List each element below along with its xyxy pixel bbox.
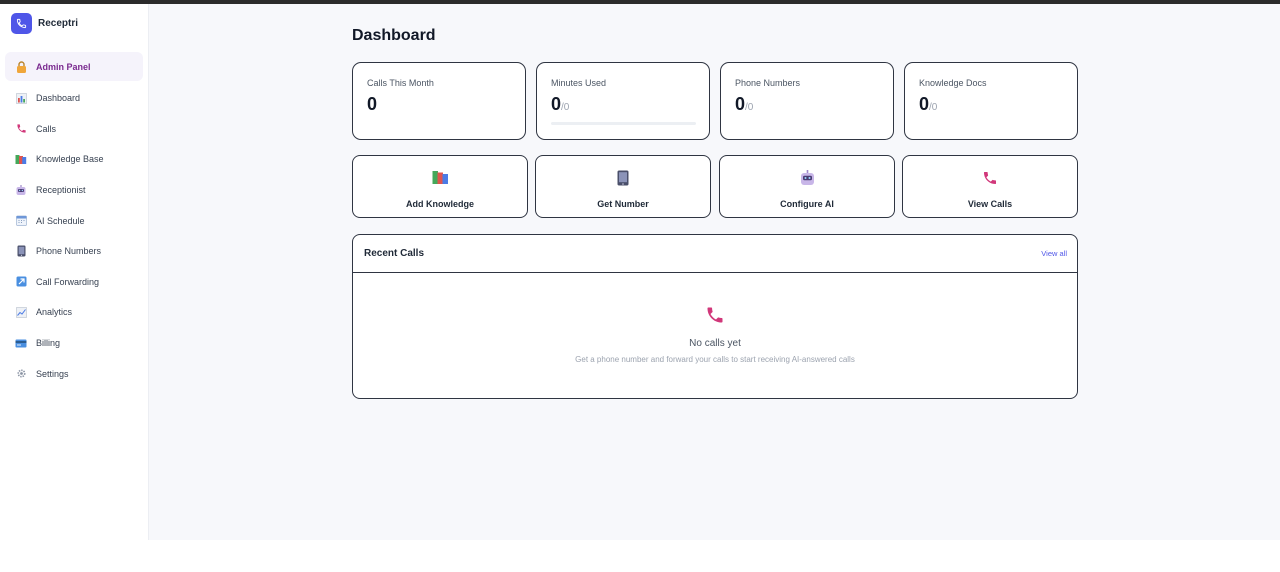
phone-icon [705, 305, 725, 330]
books-icon [432, 170, 449, 191]
stat-label: Phone Numbers [735, 78, 801, 88]
forward-arrow-icon [15, 276, 27, 288]
action-label: Get Number [597, 199, 649, 209]
recent-calls-header: Recent Calls View all [353, 235, 1077, 273]
empty-state-title: No calls yet [689, 338, 741, 349]
sidebar-item-label: Knowledge Base [36, 154, 104, 165]
sidebar-item-label: Dashboard [36, 93, 81, 104]
add-knowledge-button[interactable]: Add Knowledge [352, 155, 528, 218]
sidebar: Receptri Admin Panel Dashboard Calls Kno… [0, 4, 149, 540]
page-title: Dashboard [352, 27, 436, 44]
recent-calls-panel: Recent Calls View all No calls yet Get a… [352, 234, 1078, 399]
main-content: Dashboard Calls This Month 0 Minutes Use… [149, 4, 1280, 540]
stat-limit: /0 [929, 102, 938, 113]
stat-card-minutes-used: Minutes Used 0/0 [536, 62, 710, 140]
sidebar-item-label: Settings [36, 368, 69, 379]
stat-value: 0/0 [735, 94, 893, 115]
sidebar-item-label: Billing [36, 338, 61, 349]
robot-icon [799, 170, 816, 191]
phone-icon [15, 123, 27, 135]
robot-icon [15, 184, 27, 196]
sidebar-item-label: Phone Numbers [36, 246, 102, 257]
stat-card-phone-numbers: Phone Numbers 0/0 [720, 62, 894, 140]
sidebar-item-analytics[interactable]: Analytics [0, 297, 148, 328]
stat-label: Minutes Used [551, 78, 607, 88]
empty-state-subtitle: Get a phone number and forward your call… [575, 355, 855, 364]
sidebar-item-label: Analytics [36, 307, 73, 318]
action-label: Add Knowledge [406, 199, 474, 209]
mobile-icon [617, 170, 629, 191]
sidebar-item-label: Receptionist [36, 185, 86, 196]
sidebar-item-dashboard[interactable]: Dashboard [0, 83, 148, 114]
sidebar-item-call-forwarding[interactable]: Call Forwarding [0, 267, 148, 298]
books-icon [15, 153, 27, 165]
action-label: View Calls [967, 199, 1013, 209]
sidebar-item-label: Admin Panel [36, 61, 91, 72]
stat-value-number: 0 [367, 94, 378, 114]
phone-icon [982, 170, 998, 191]
sidebar-item-admin-panel[interactable]: Admin Panel [5, 52, 143, 81]
sidebar-item-label: AI Schedule [36, 215, 85, 226]
stat-value: 0/0 [551, 94, 709, 115]
credit-card-icon [15, 337, 27, 349]
action-label: Configure AI [780, 199, 834, 209]
configure-ai-button[interactable]: Configure AI [719, 155, 895, 218]
stat-value-number: 0 [551, 94, 562, 114]
sidebar-nav: Admin Panel Dashboard Calls Knowledge Ba… [0, 52, 148, 389]
stat-value-number: 0 [919, 94, 930, 114]
sidebar-item-calls[interactable]: Calls [0, 114, 148, 145]
calendar-icon [15, 215, 27, 227]
gear-icon [15, 368, 27, 380]
sidebar-item-ai-schedule[interactable]: AI Schedule [0, 205, 148, 236]
sidebar-item-settings[interactable]: Settings [0, 358, 148, 389]
brand[interactable]: Receptri [0, 4, 148, 42]
view-all-link[interactable]: View all [1041, 249, 1067, 258]
sidebar-item-receptionist[interactable]: Receptionist [0, 175, 148, 206]
view-calls-button[interactable]: View Calls [902, 155, 1078, 218]
stat-card-knowledge-docs: Knowledge Docs 0/0 [904, 62, 1078, 140]
stat-label: Knowledge Docs [919, 78, 987, 88]
stat-label: Calls This Month [367, 78, 434, 88]
bar-chart-icon [15, 92, 27, 104]
recent-calls-title: Recent Calls [364, 248, 425, 259]
stat-limit: /0 [745, 102, 754, 113]
recent-calls-empty-state: No calls yet Get a phone number and forw… [353, 273, 1077, 364]
app-shell: Receptri Admin Panel Dashboard Calls Kno… [0, 4, 1280, 540]
stat-limit: /0 [561, 102, 570, 113]
get-number-button[interactable]: Get Number [535, 155, 711, 218]
phone-logo-icon [11, 12, 32, 34]
stat-value: 0/0 [919, 94, 1077, 115]
stat-value-number: 0 [735, 94, 746, 114]
sidebar-item-knowledge-base[interactable]: Knowledge Base [0, 144, 148, 175]
stat-card-calls-this-month: Calls This Month 0 [352, 62, 526, 140]
stat-value: 0 [367, 94, 525, 115]
line-chart-icon [15, 306, 27, 318]
mobile-icon [15, 245, 27, 257]
sidebar-item-label: Calls [36, 123, 57, 134]
sidebar-item-phone-numbers[interactable]: Phone Numbers [0, 236, 148, 267]
sidebar-item-label: Call Forwarding [36, 276, 100, 287]
minutes-progress-bar [551, 122, 696, 125]
brand-name: Receptri [38, 17, 79, 29]
lock-icon [15, 60, 27, 73]
sidebar-item-billing[interactable]: Billing [0, 328, 148, 359]
